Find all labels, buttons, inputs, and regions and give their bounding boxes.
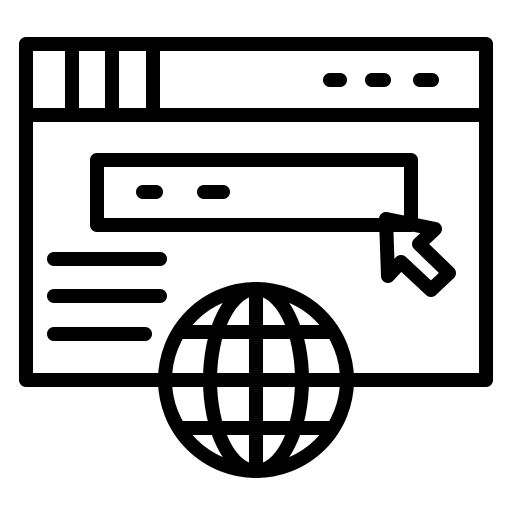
title-bar-tabs (65, 37, 160, 122)
text-lines (47, 252, 167, 341)
icon-canvas (19, 37, 493, 478)
address-bar (90, 153, 418, 232)
globe-icon (158, 282, 354, 478)
web-browser-globe-icon (0, 0, 512, 512)
